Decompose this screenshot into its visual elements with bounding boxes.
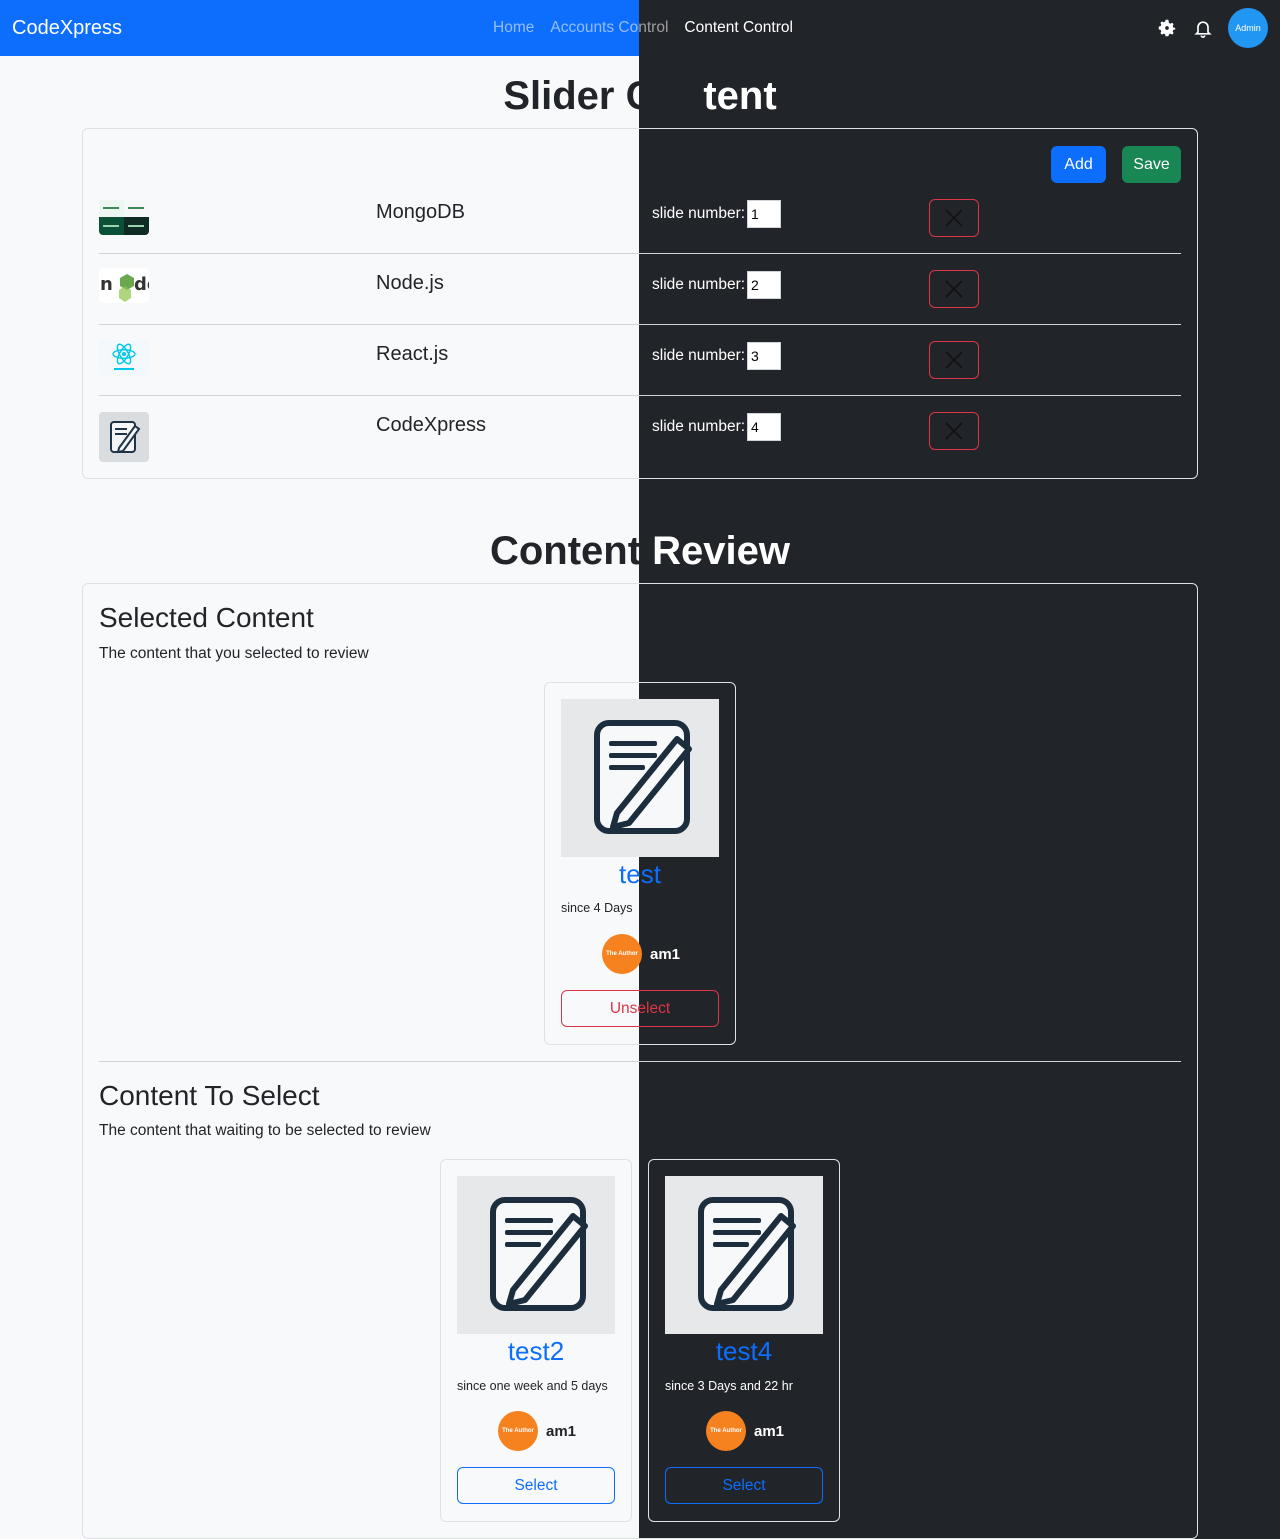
- content-card-since: since one week and 5 days: [457, 1379, 608, 1393]
- slider-title-left: Slider Con: [503, 74, 704, 118]
- content-card: test4 since 3 Days and 22 hr The Author …: [648, 1159, 840, 1522]
- select-button[interactable]: Select: [665, 1467, 823, 1504]
- nodejs-logo-image: n de: [99, 268, 149, 303]
- author-avatar: The Author: [498, 1411, 538, 1451]
- content-card-title[interactable]: test2: [441, 1336, 631, 1367]
- close-icon: [945, 351, 963, 369]
- slide-number-input[interactable]: 3: [747, 342, 781, 370]
- content-thumbnail-image: [457, 1176, 615, 1334]
- content-card-author: The Author am1: [498, 1411, 576, 1451]
- delete-slide-button[interactable]: [929, 341, 979, 379]
- content-card-title[interactable]: test: [545, 859, 735, 890]
- author-avatar: The Author: [706, 1411, 746, 1451]
- svg-text:de: de: [134, 274, 149, 295]
- content-review-title: Content Review: [0, 529, 1280, 574]
- slide-number-label: slide number:: [652, 205, 746, 222]
- slide-number-label: slide number:: [652, 347, 746, 364]
- slide-row: MongoDB slide number: 1: [99, 183, 1181, 254]
- navbar-actions: Admin: [1156, 8, 1268, 48]
- author-name: am1: [546, 1422, 577, 1440]
- slide-row: n de Node.js slide number: 2: [99, 254, 1181, 325]
- selected-content-heading: Selected Content: [99, 602, 314, 633]
- top-navbar: CodeXpress Home Accounts Control Content…: [0, 0, 1280, 56]
- unselect-button[interactable]: Unselect: [561, 990, 719, 1027]
- close-icon: [945, 209, 963, 227]
- slide-name: MongoDB: [376, 201, 465, 223]
- content-thumbnail-image: [561, 699, 719, 857]
- content-thumbnail-image: [665, 1176, 823, 1334]
- reactjs-logo-image: [99, 340, 149, 375]
- delete-slide-button[interactable]: [929, 199, 979, 237]
- content-card-title[interactable]: test4: [649, 1336, 839, 1367]
- slide-row: React.js slide number: 3: [99, 325, 1181, 396]
- review-title-right: Review: [652, 529, 791, 573]
- slide-number-label: slide number:: [652, 418, 746, 435]
- slide-number-input[interactable]: 4: [747, 413, 781, 441]
- selected-content-card: test since 4 Days The Author am1 Unselec…: [544, 682, 736, 1045]
- slide-name: React.js: [376, 343, 449, 365]
- slider-content-title: Slider Content: [0, 74, 1280, 119]
- nav-link-accounts-control[interactable]: Accounts Control: [542, 19, 676, 37]
- nav-link-home[interactable]: Home: [485, 19, 542, 37]
- nav-links: Home Accounts Control Content Control: [485, 19, 801, 37]
- content-card-since: since 4 Days: [561, 901, 633, 915]
- selected-content-description: The content that you selected to review: [99, 645, 369, 662]
- slider-title-right: tent: [703, 74, 777, 118]
- review-title-left: Content: [489, 529, 653, 573]
- slide-name: Node.js: [376, 272, 444, 294]
- mongodb-logo-image: [99, 200, 149, 235]
- save-slides-button[interactable]: Save: [1122, 146, 1181, 183]
- content-card-author: The Author am1: [706, 1411, 784, 1451]
- notifications-bell-icon[interactable]: [1192, 17, 1214, 39]
- author-avatar: The Author: [602, 934, 642, 974]
- nav-link-content-control[interactable]: Content Control: [676, 19, 801, 37]
- svg-text:n: n: [100, 274, 113, 295]
- delete-slide-button[interactable]: [929, 270, 979, 308]
- delete-slide-button[interactable]: [929, 412, 979, 450]
- theme-toggle-gear-icon[interactable]: [1156, 17, 1178, 39]
- content-to-select-description: The content that waiting to be selected …: [99, 1122, 431, 1139]
- slide-number-input[interactable]: 2: [747, 271, 781, 299]
- codexpress-logo-image: [99, 412, 149, 462]
- author-name: am1: [754, 1422, 785, 1440]
- content-card: test2 since one week and 5 days The Auth…: [440, 1159, 632, 1522]
- admin-avatar[interactable]: Admin: [1228, 8, 1268, 48]
- add-slide-button[interactable]: Add: [1051, 146, 1106, 183]
- slide-row: CodeXpress slide number: 4: [99, 396, 1181, 466]
- content-card-author: The Author am1: [602, 934, 680, 974]
- slide-name: CodeXpress: [376, 414, 487, 436]
- slide-number-label: slide number:: [652, 276, 746, 293]
- close-icon: [945, 422, 963, 440]
- section-divider: [99, 1061, 1181, 1062]
- close-icon: [945, 280, 963, 298]
- select-button[interactable]: Select: [457, 1467, 615, 1504]
- brand-logo[interactable]: CodeXpress: [12, 17, 122, 40]
- content-card-since: since 3 Days and 22 hr: [665, 1379, 793, 1393]
- content-to-select-heading: Content To Select: [99, 1080, 320, 1111]
- author-name: am1: [650, 945, 681, 963]
- slide-number-input[interactable]: 1: [747, 200, 781, 228]
